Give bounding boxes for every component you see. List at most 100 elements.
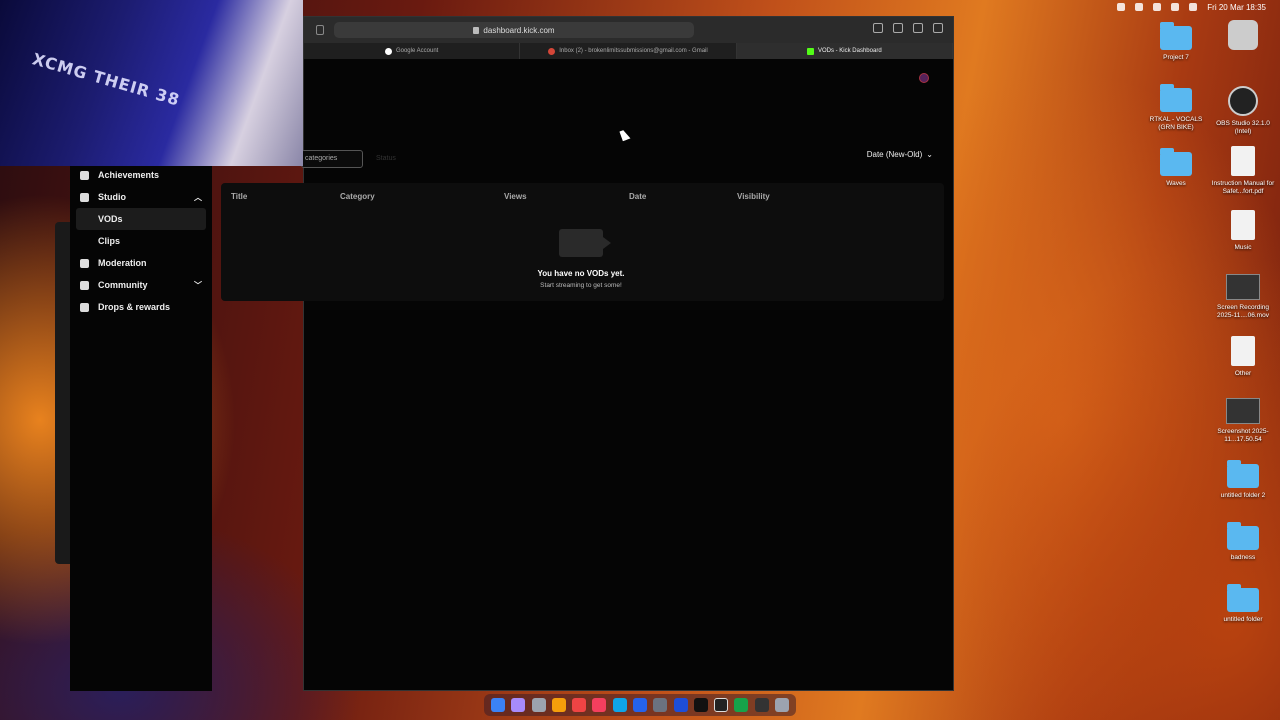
people-icon bbox=[80, 280, 89, 290]
desktop-icon-untitled-folder-2[interactable]: untitled folder 2 bbox=[1211, 460, 1275, 500]
folder-icon bbox=[1160, 84, 1192, 112]
wifi-icon[interactable] bbox=[1153, 3, 1162, 11]
empty-state-title: You have no VODs yet. bbox=[537, 269, 625, 278]
file-icon bbox=[1231, 336, 1255, 366]
new-tab-icon[interactable] bbox=[913, 23, 923, 33]
app-icon[interactable] bbox=[714, 698, 729, 712]
sidebar-item-clips[interactable]: Clips bbox=[70, 230, 212, 252]
desktop-icon-screenshot[interactable]: Screenshot 2025-11...17.50.54 bbox=[1211, 398, 1275, 443]
empty-state: You have no VODs yet. Start streaming to… bbox=[531, 229, 631, 289]
vods-table: Title Category Views Date Visibility You… bbox=[221, 183, 944, 301]
chevron-up-icon: ︿ bbox=[194, 192, 202, 202]
column-header-date[interactable]: Date bbox=[629, 192, 646, 201]
desktop-icon-screen-recording[interactable]: Screen Recording 2025-11....06.mov bbox=[1211, 274, 1275, 319]
app-icon[interactable] bbox=[734, 698, 749, 712]
status-icon[interactable] bbox=[1117, 3, 1126, 11]
obs-icon bbox=[1228, 86, 1258, 116]
desktop-icon-badness[interactable]: badness bbox=[1211, 522, 1275, 562]
music-icon[interactable] bbox=[592, 698, 607, 712]
category-filter-input[interactable]: categories bbox=[301, 150, 363, 168]
status-icon[interactable] bbox=[1135, 3, 1144, 11]
video-camera-icon bbox=[559, 229, 611, 257]
sidebar-item-community[interactable]: Community ﹀ bbox=[70, 274, 212, 296]
tab-label: Google Account bbox=[395, 48, 439, 54]
sort-label: Date (New-Old) bbox=[866, 150, 923, 159]
sidebar-item-achievements[interactable]: Achievements bbox=[70, 164, 212, 186]
column-header-visibility[interactable]: Visibility bbox=[737, 192, 770, 201]
sidebar-item-drops-rewards[interactable]: Drops & rewards bbox=[70, 296, 212, 318]
desktop-icon-label: Instruction Manual for Safet...fort.pdf bbox=[1211, 180, 1275, 195]
image-file-icon bbox=[1226, 398, 1260, 424]
control-center-icon[interactable] bbox=[1189, 3, 1198, 11]
webcam-overlay: XCMG THEIR 38 bbox=[0, 0, 303, 166]
finder-icon[interactable] bbox=[491, 698, 506, 712]
video-file-icon bbox=[1226, 274, 1260, 300]
app-icon[interactable] bbox=[754, 698, 769, 712]
desktop-icon-other[interactable]: Other bbox=[1211, 336, 1275, 378]
sidebar-item-label: Community bbox=[98, 280, 148, 290]
column-header-title[interactable]: Title bbox=[231, 192, 247, 201]
lock-icon bbox=[473, 26, 480, 34]
webcam-overlay-text: XCMG THEIR 38 bbox=[30, 49, 183, 110]
terminal-icon[interactable] bbox=[693, 698, 708, 712]
column-header-category[interactable]: Category bbox=[340, 192, 375, 201]
dashboard-sidebar: Achievements Studio ︿ VODs Clips Moderat… bbox=[70, 166, 212, 691]
tab-gmail[interactable]: Inbox (2) - brokenlimitssubmissions@gmai… bbox=[520, 43, 737, 59]
desktop-icon-rtkal-vocals[interactable]: RTKAL - VOCALS (GRN BIKE) bbox=[1144, 84, 1208, 131]
column-header-views[interactable]: Views bbox=[504, 192, 527, 201]
share-icon[interactable] bbox=[893, 23, 903, 33]
sidebar-toggle-icon[interactable] bbox=[316, 25, 324, 35]
sidebar-item-vods[interactable]: VODs bbox=[76, 208, 206, 230]
safari-icon[interactable] bbox=[612, 698, 627, 712]
sidebar-item-label: Moderation bbox=[98, 258, 147, 268]
chevron-down-icon: ﹀ bbox=[194, 280, 202, 290]
profile-avatar[interactable] bbox=[919, 73, 929, 83]
desktop-icon-instruction-manual[interactable]: Instruction Manual for Safet...fort.pdf bbox=[1211, 146, 1275, 195]
empty-state-subtitle: Start streaming to get some! bbox=[540, 282, 622, 289]
tab-google-account[interactable]: Google Account bbox=[304, 43, 521, 59]
desktop-icon-waves[interactable]: Waves bbox=[1144, 148, 1208, 188]
app-icon[interactable] bbox=[673, 698, 688, 712]
app-store-icon[interactable] bbox=[632, 698, 647, 712]
sort-dropdown[interactable]: Date (New-Old) ⌄ bbox=[867, 150, 933, 159]
dashboard-header bbox=[304, 59, 953, 101]
desktop-icon-label: Screen Recording 2025-11....06.mov bbox=[1216, 304, 1270, 319]
filter-bar: categories Status Date (New-Old) ⌄ bbox=[301, 143, 955, 179]
folder-icon bbox=[1227, 522, 1259, 550]
status-filter[interactable]: Status bbox=[376, 150, 396, 168]
dock bbox=[484, 694, 796, 716]
desktop-icon-disk[interactable] bbox=[1211, 20, 1275, 54]
sidebar-item-label: Drops & rewards bbox=[98, 302, 171, 312]
trophy-icon bbox=[80, 170, 89, 180]
desktop-icon-untitled-folder[interactable]: untitled folder bbox=[1211, 584, 1275, 624]
sidebar-item-studio[interactable]: Studio ︿ bbox=[70, 186, 212, 208]
desktop-icon-project-7[interactable]: Project 7 bbox=[1144, 22, 1208, 62]
app-icon[interactable] bbox=[653, 698, 668, 712]
menubar-clock[interactable]: Fri 20 Mar 18:35 bbox=[1207, 3, 1266, 12]
folder-icon bbox=[1160, 148, 1192, 176]
sidebar-item-label: Studio bbox=[98, 192, 126, 202]
app-icon[interactable] bbox=[572, 698, 587, 712]
trash-icon[interactable] bbox=[774, 698, 789, 712]
launchpad-icon[interactable] bbox=[511, 698, 526, 712]
desktop-icon-obs-studio[interactable]: OBS Studio 32.1.0 (Intel) bbox=[1211, 86, 1275, 135]
settings-icon[interactable] bbox=[531, 698, 546, 712]
tab-bar: Google Account Inbox (2) - brokenlimitss… bbox=[304, 43, 953, 59]
photos-icon[interactable] bbox=[551, 698, 566, 712]
tab-kick-dashboard[interactable]: VODs - Kick Dashboard bbox=[736, 43, 953, 59]
desktop-icon-music[interactable]: Music bbox=[1211, 210, 1275, 252]
hammer-icon bbox=[80, 258, 89, 268]
download-icon[interactable] bbox=[873, 23, 883, 33]
tab-overview-icon[interactable] bbox=[933, 23, 943, 33]
desktop-icon-label: OBS Studio 32.1.0 (Intel) bbox=[1216, 120, 1270, 135]
folder-icon bbox=[1227, 460, 1259, 488]
desktop-icon-label: badness bbox=[1230, 554, 1256, 561]
kick-icon bbox=[806, 47, 814, 55]
music-file-icon bbox=[1231, 210, 1255, 240]
disk-icon bbox=[1228, 20, 1258, 50]
gift-icon bbox=[80, 302, 89, 312]
address-bar[interactable]: dashboard.kick.com bbox=[334, 22, 694, 38]
search-icon[interactable] bbox=[1171, 3, 1180, 11]
sidebar-item-moderation[interactable]: Moderation bbox=[70, 252, 212, 274]
sidebar-item-label: Clips bbox=[98, 236, 121, 246]
